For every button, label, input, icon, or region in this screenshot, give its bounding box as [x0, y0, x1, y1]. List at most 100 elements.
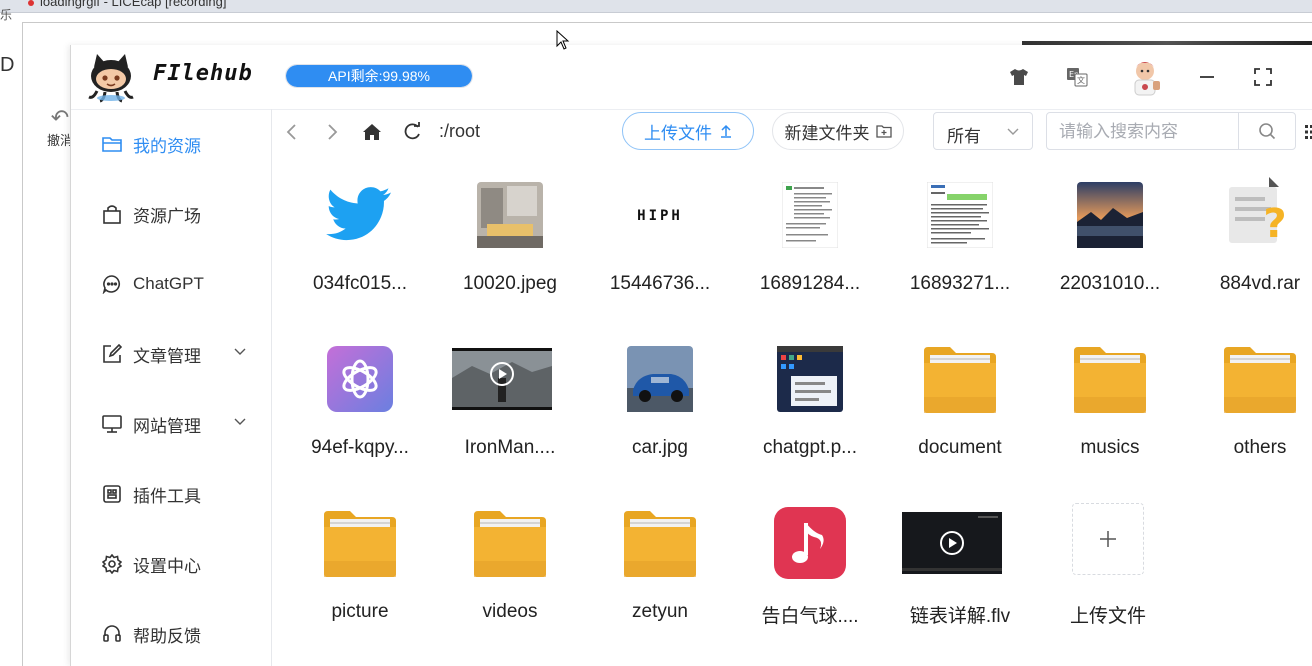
sidebar-item-help-feedback[interactable]: 帮助反馈 — [71, 612, 271, 656]
sidebar-item-article-management[interactable]: 文章管理 — [71, 332, 271, 376]
search-box — [1046, 112, 1296, 151]
svg-text:文: 文 — [1077, 75, 1085, 85]
file-name: car.jpg — [632, 437, 688, 458]
file-item[interactable]: 16893271... — [885, 155, 1035, 319]
file-item[interactable]: ? 884vd.rar — [1185, 155, 1312, 319]
background-frame-left — [22, 22, 23, 666]
image-thumbnail — [620, 339, 700, 419]
file-item[interactable]: 链表详解.flv — [885, 483, 1035, 647]
background-char: 乐 — [0, 8, 13, 22]
sidebar-item-settings[interactable]: 设置中心 — [71, 542, 271, 586]
svg-text:HIPH: HIPH — [637, 208, 683, 224]
file-type-select[interactable]: 所有 — [933, 112, 1033, 150]
brand-title: FIlehub — [153, 61, 253, 86]
search-icon — [1259, 123, 1276, 140]
image-thumbnail — [1070, 175, 1150, 255]
file-item[interactable]: others — [1185, 319, 1312, 483]
file-item[interactable]: 10020.jpeg — [435, 155, 585, 319]
file-item[interactable]: picture — [285, 483, 435, 647]
sidebar-item-resource-square[interactable]: 资源广场 — [71, 192, 271, 236]
file-name: 94ef-kqpy... — [311, 437, 409, 458]
file-name: 10020.jpeg — [462, 273, 558, 294]
file-item[interactable]: 034fc015... — [285, 155, 435, 319]
home-button[interactable] — [361, 121, 383, 143]
music-file-icon — [770, 503, 850, 583]
folder-icon — [620, 503, 700, 583]
file-item[interactable]: car.jpg — [585, 319, 735, 483]
monitor-icon — [101, 413, 123, 435]
video-thumbnail — [902, 503, 1002, 583]
record-dot-icon — [28, 0, 34, 6]
api-usage-bar: API剩余:99.98% — [285, 64, 473, 88]
file-name: zetyun — [632, 601, 688, 622]
file-item[interactable]: 16891284... — [735, 155, 885, 319]
file-name: 22031010... — [1059, 273, 1161, 294]
search-button[interactable] — [1238, 113, 1295, 149]
new-folder-button[interactable]: 新建文件夹 — [772, 112, 904, 150]
file-name: picture — [331, 601, 389, 622]
refresh-icon — [404, 122, 420, 140]
folder-icon — [1220, 339, 1300, 419]
shopping-bag-icon — [101, 203, 123, 225]
upload-icon — [721, 124, 731, 138]
app-header: FIlehub API剩余:99.98% En 文 — [71, 45, 1312, 110]
file-name: others — [1233, 437, 1287, 458]
refresh-button[interactable] — [401, 121, 423, 143]
background-char: D — [0, 54, 15, 76]
tshirt-icon[interactable] — [1007, 65, 1031, 89]
upload-button[interactable]: 上传文件 — [622, 112, 754, 150]
minimize-icon[interactable] — [1195, 65, 1219, 89]
background-frame-top — [22, 22, 1312, 23]
file-item[interactable]: IronMan.... — [435, 319, 585, 483]
sidebar-item-site-management[interactable]: 网站管理 — [71, 402, 271, 446]
back-button[interactable] — [281, 121, 303, 143]
chevron-left-icon — [286, 124, 296, 140]
file-name: 15446736... — [609, 273, 711, 294]
image-thumbnail — [470, 175, 550, 255]
chevron-down-icon — [234, 418, 246, 425]
upload-drop-zone[interactable] — [1072, 503, 1144, 575]
file-name: 链表详解.flv — [909, 606, 1011, 627]
file-item[interactable]: videos — [435, 483, 585, 647]
fullscreen-icon[interactable] — [1251, 65, 1275, 89]
headset-icon — [101, 623, 123, 645]
file-item[interactable]: chatgpt.p... — [735, 319, 885, 483]
recorder-title: loadingrgif - LICEcap [recording] — [28, 0, 226, 9]
octocat-logo — [88, 54, 134, 103]
file-name: IronMan.... — [464, 437, 556, 458]
file-item[interactable]: document — [885, 319, 1035, 483]
file-item[interactable]: HIPH 15446736... — [585, 155, 735, 319]
avatar[interactable] — [1125, 57, 1165, 97]
file-toolbar: :/root 上传文件 新建文件夹 所有 — [271, 109, 1312, 155]
file-item[interactable]: 94ef-kqpy... — [285, 319, 435, 483]
file-item[interactable]: zetyun — [585, 483, 735, 647]
search-input[interactable] — [1047, 113, 1251, 151]
mouse-cursor — [556, 30, 570, 50]
api-usage-label: API剩余:99.98% — [328, 68, 430, 84]
file-item[interactable]: 告白气球.... — [735, 483, 885, 647]
file-name: musics — [1080, 437, 1140, 458]
translate-icon[interactable]: En 文 — [1065, 65, 1089, 89]
upload-tile[interactable]: 上传文件 — [1027, 483, 1177, 647]
chevron-down-icon — [1007, 128, 1019, 135]
sidebar-item-my-resources[interactable]: 我的资源 — [71, 122, 271, 166]
grid-view-icon[interactable] — [1305, 124, 1312, 140]
video-thumbnail — [452, 339, 552, 419]
folder-icon — [101, 133, 123, 155]
file-name: 告白气球.... — [761, 606, 859, 627]
folder-icon — [1070, 339, 1150, 419]
divider — [0, 12, 1312, 13]
plus-icon — [1100, 531, 1116, 547]
file-name: document — [918, 437, 1002, 458]
sidebar-item-plugin-tools[interactable]: 插件工具 — [71, 472, 271, 516]
file-name: 884vd.rar — [1219, 273, 1301, 294]
unknown-file-icon: ? — [1220, 175, 1300, 255]
forward-button[interactable] — [321, 121, 343, 143]
edit-icon — [101, 343, 123, 365]
file-name: 16891284... — [759, 273, 861, 294]
file-item[interactable]: musics — [1035, 319, 1185, 483]
file-item[interactable]: 22031010... — [1035, 155, 1185, 319]
file-name: 034fc015... — [312, 273, 408, 294]
chevron-down-icon — [234, 348, 246, 355]
sidebar-item-chatgpt[interactable]: ChatGPT — [71, 262, 271, 306]
